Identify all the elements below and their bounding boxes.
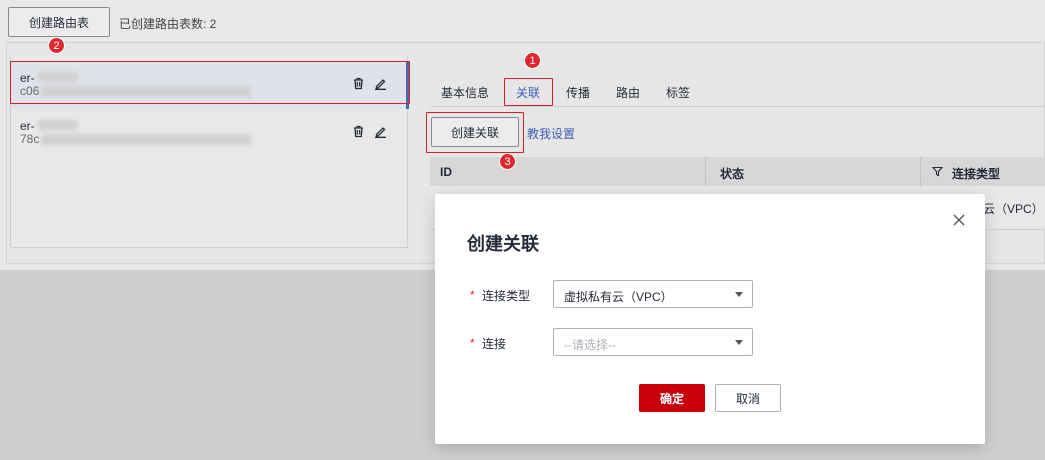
route-table-name: er- <box>20 119 35 133</box>
tab-association[interactable]: 关联 <box>516 84 540 101</box>
redacted-id <box>41 86 251 97</box>
create-association-button[interactable]: 创建关联 <box>431 117 519 147</box>
step-badge-1: 1 <box>524 52 541 69</box>
association-table-header: ID 状态 连接类型 <box>430 157 1045 186</box>
chevron-down-icon <box>735 292 743 297</box>
route-table-list: er- c06 er- 78c <box>10 55 409 248</box>
selected-indicator <box>406 61 409 109</box>
required-marker: * <box>470 288 475 302</box>
cancel-button[interactable]: 取消 <box>715 384 781 412</box>
column-header-connection-type: 连接类型 <box>952 167 1001 181</box>
chevron-down-icon <box>735 340 743 345</box>
tab-basic-info[interactable]: 基本信息 <box>441 84 489 101</box>
create-association-dialog: 创建关联 * 连接类型 虚拟私有云（VPC） * 连接 --请选择-- 确定 取… <box>435 194 985 444</box>
connection-type-cell: 云（VPC） <box>983 202 1044 216</box>
route-table-item[interactable]: er- 78c <box>11 109 408 157</box>
connection-type-label: 连接类型 <box>482 289 531 303</box>
filter-icon[interactable] <box>931 166 944 180</box>
connection-type-select[interactable]: 虚拟私有云（VPC） <box>553 280 753 308</box>
teach-me-link[interactable]: 教我设置 <box>527 125 575 142</box>
step-badge-2: 2 <box>48 37 65 54</box>
tab-routes[interactable]: 路由 <box>616 84 640 101</box>
dialog-title: 创建关联 <box>467 234 539 254</box>
redacted-id <box>41 134 251 145</box>
column-header-status: 状态 <box>720 167 745 181</box>
column-divider <box>920 157 921 186</box>
tab-propagation[interactable]: 传播 <box>566 84 590 101</box>
delete-icon[interactable] <box>351 124 365 138</box>
tabs-divider <box>430 106 1045 107</box>
connection-placeholder: --请选择-- <box>564 338 616 352</box>
create-route-table-button[interactable]: 创建路由表 <box>8 7 110 37</box>
connection-select[interactable]: --请选择-- <box>553 328 753 356</box>
connection-type-value: 虚拟私有云（VPC） <box>564 290 673 304</box>
route-table-count: 已创建路由表数: 2 <box>119 17 217 31</box>
tab-tags[interactable]: 标签 <box>666 84 690 101</box>
route-table-name: er- <box>20 71 35 85</box>
close-icon[interactable] <box>952 213 966 227</box>
route-table-id: c06 <box>20 84 40 98</box>
delete-icon[interactable] <box>351 76 365 90</box>
edit-icon[interactable] <box>373 124 387 138</box>
required-marker: * <box>470 336 475 350</box>
step-badge-3: 3 <box>499 153 516 170</box>
confirm-button[interactable]: 确定 <box>639 384 705 412</box>
edit-icon[interactable] <box>373 76 387 90</box>
connection-label: 连接 <box>482 337 507 351</box>
column-divider <box>705 157 706 186</box>
redacted-name <box>38 72 78 82</box>
route-table-id: 78c <box>20 132 40 146</box>
connection-row: * 连接 --请选择-- <box>435 328 985 358</box>
redacted-name <box>38 120 78 130</box>
column-header-id: ID <box>440 165 452 179</box>
route-table-item[interactable]: er- c06 <box>11 61 409 109</box>
connection-type-row: * 连接类型 虚拟私有云（VPC） <box>435 280 985 310</box>
top-toolbar: 创建路由表 已创建路由表数: 2 <box>0 0 1045 42</box>
